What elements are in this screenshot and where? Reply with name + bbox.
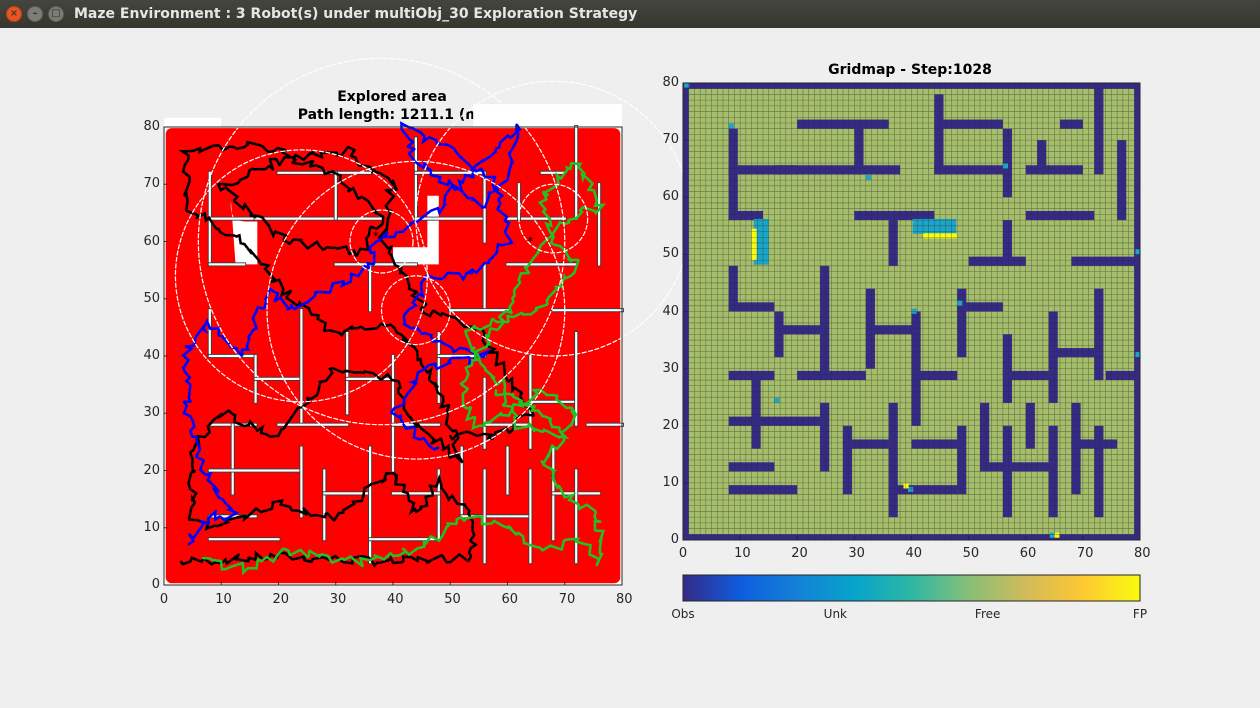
y-tick-label: 20 — [662, 417, 679, 433]
gridmap-plot[interactable] — [682, 82, 1141, 541]
unknown-cell — [908, 486, 914, 493]
unknown-cell — [865, 174, 871, 181]
colorbar-label-unk: Unk — [823, 607, 847, 621]
colorbar-label-fp: FP — [1132, 607, 1148, 621]
window-title: Maze Environment : 3 Robot(s) under mult… — [74, 6, 638, 22]
y-tick-label: 10 — [662, 474, 679, 490]
colorbar — [682, 574, 1141, 602]
y-tick-label: 60 — [143, 233, 160, 249]
unknown-cell — [1002, 163, 1009, 169]
unknown-cell — [728, 123, 734, 129]
y-tick-label: 10 — [143, 519, 160, 535]
y-tick-label: 60 — [662, 189, 679, 205]
x-tick-label: 60 — [1019, 546, 1037, 561]
unexplored-pocket — [473, 104, 622, 127]
unknown-cell — [911, 308, 917, 314]
y-tick-label: 40 — [143, 348, 160, 363]
x-tick-label: 50 — [444, 592, 461, 607]
x-tick-label: 70 — [1076, 546, 1094, 561]
maximize-window-button[interactable]: □ — [48, 6, 64, 22]
y-tick-label: 70 — [662, 132, 679, 148]
y-tick-label: 80 — [662, 75, 679, 90]
y-tick-label: 30 — [662, 360, 679, 376]
y-tick-label: 80 — [143, 119, 160, 134]
x-tick-label: 70 — [558, 592, 576, 607]
y-tick-label: 40 — [662, 303, 679, 319]
robot-marker: * — [527, 235, 533, 249]
grid-lines — [683, 83, 1140, 540]
robot-marker: * — [373, 229, 379, 243]
false-positive-cell — [751, 228, 757, 261]
colorbar-label-free: Free — [974, 607, 1001, 621]
unknown-cell — [957, 300, 963, 306]
minimize-window-button[interactable]: – — [27, 6, 43, 22]
x-tick-label: 40 — [905, 546, 923, 561]
x-tick-label: 80 — [616, 592, 633, 607]
x-tick-label: 10 — [734, 546, 751, 561]
y-tick-label: 50 — [143, 290, 160, 306]
y-tick-label: 50 — [662, 246, 679, 262]
explored-area-plot[interactable]: * * * — [163, 57, 692, 586]
x-tick-label: 30 — [848, 546, 865, 561]
y-tick-label: 0 — [670, 532, 679, 547]
x-tick-label: 0 — [678, 546, 688, 561]
x-tick-label: 60 — [501, 592, 519, 607]
unknown-cell — [774, 397, 780, 403]
x-tick-label: 10 — [215, 592, 232, 607]
x-tick-label: 80 — [1134, 546, 1151, 561]
x-tick-label: 40 — [387, 592, 404, 607]
x-tick-label: 50 — [962, 546, 980, 561]
x-tick-label: 20 — [791, 546, 808, 561]
x-tick-label: 30 — [329, 592, 347, 607]
y-tick-label: 70 — [143, 176, 160, 192]
colorbar-label-obs: Obs — [671, 607, 695, 621]
colorbar-gradient — [682, 574, 1141, 602]
window-titlebar: × – □ Maze Environment : 3 Robot(s) unde… — [0, 0, 1260, 28]
gridmap-title: Gridmap - Step:1028 — [828, 62, 992, 78]
y-tick-label: 30 — [143, 405, 160, 421]
y-tick-label: 0 — [151, 577, 160, 592]
unexplored-pocket — [164, 117, 222, 127]
x-tick-label: 20 — [272, 592, 290, 607]
false-positive-cell — [903, 483, 909, 489]
y-tick-label: 20 — [143, 462, 160, 478]
close-window-button[interactable]: × — [6, 6, 22, 22]
false-positive-cell — [1054, 532, 1060, 538]
robot-marker: * — [419, 303, 425, 317]
x-tick-label: 0 — [159, 592, 169, 607]
